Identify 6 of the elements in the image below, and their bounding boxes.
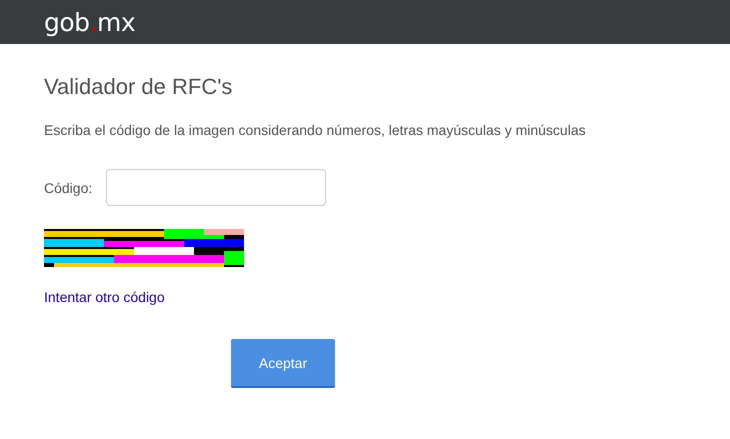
instructions-text: Escriba el código de la imagen considerando números, letras mayúsculas y minúsculas	[44, 122, 587, 138]
code-input-field[interactable]	[106, 169, 326, 206]
retry-link[interactable]: Intentar otro código	[44, 289, 165, 305]
page-title: Validador de RFC's	[44, 74, 234, 100]
logo[interactable]: gob.mx	[44, 8, 136, 36]
code-label: Código:	[44, 180, 92, 196]
